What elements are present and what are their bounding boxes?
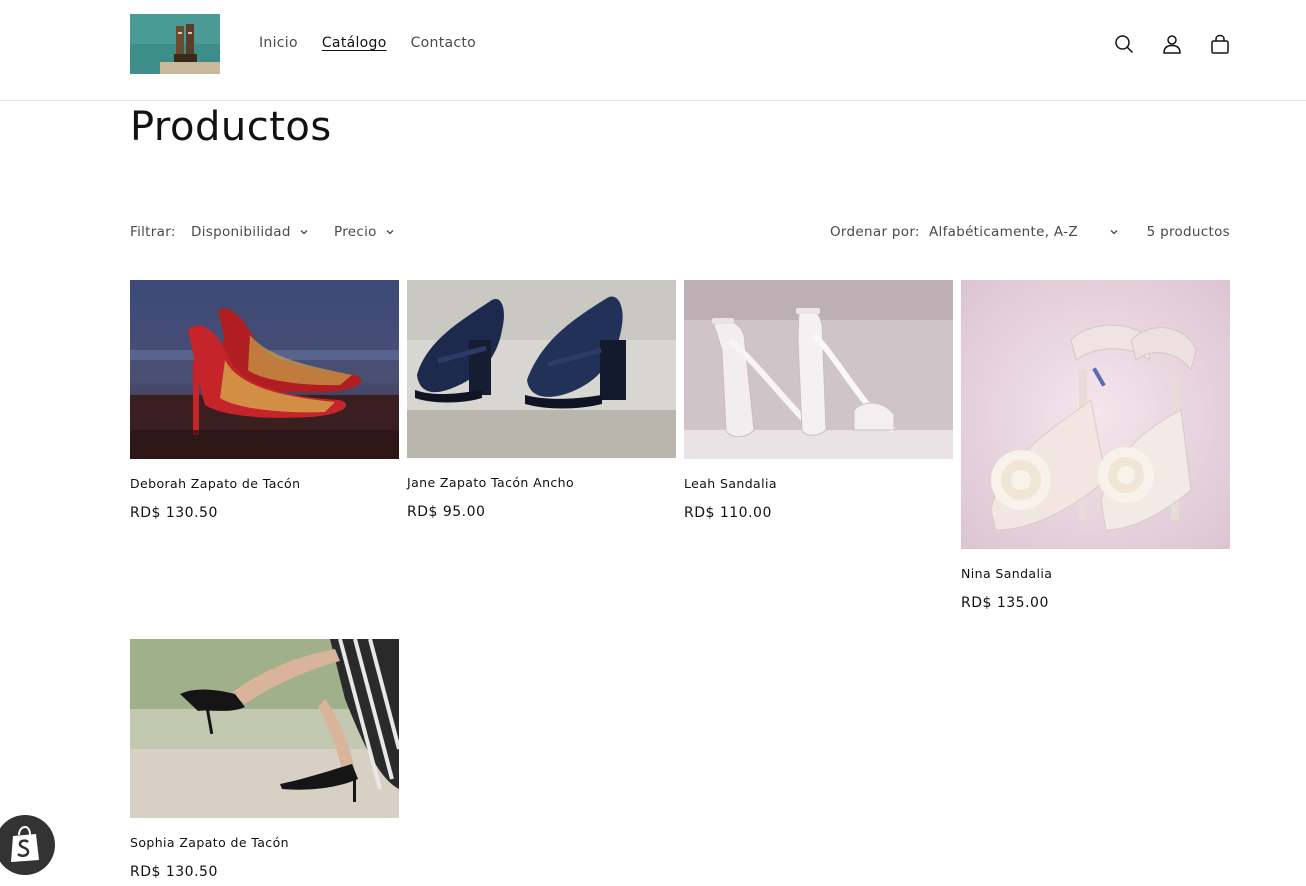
product-card[interactable]: Nina Sandalia RD$ 135.00 <box>961 280 1230 612</box>
nav-inicio[interactable]: Inicio <box>259 34 298 52</box>
price-filter[interactable]: Precio <box>334 224 395 240</box>
sort-value: Alfabéticamente, A-Z <box>929 224 1078 240</box>
product-count: 5 productos <box>1146 224 1230 240</box>
product-card[interactable]: Sophia Zapato de Tacón RD$ 130.50 <box>130 639 399 881</box>
filter-bar: Filtrar: Disponibilidad Precio Ordenar p… <box>130 224 1230 244</box>
filter-label: Filtrar: <box>130 224 176 240</box>
chevron-down-icon <box>300 230 308 235</box>
product-name[interactable]: Nina Sandalia <box>961 566 1230 582</box>
product-price: RD$ 135.00 <box>961 595 1049 611</box>
product-price: RD$ 110.00 <box>684 505 772 521</box>
product-image[interactable] <box>961 280 1230 549</box>
shopify-bag-icon <box>11 826 39 862</box>
site-header: Inicio Catálogo Contacto <box>0 0 1306 101</box>
product-price: RD$ 130.50 <box>130 864 218 880</box>
header-icons <box>1110 30 1234 58</box>
search-icon[interactable] <box>1110 30 1138 58</box>
product-name[interactable]: Leah Sandalia <box>684 476 953 492</box>
store-logo[interactable] <box>130 14 220 74</box>
availability-filter[interactable]: Disponibilidad <box>191 224 309 240</box>
product-name[interactable]: Jane Zapato Tacón Ancho <box>407 475 676 491</box>
main-nav: Inicio Catálogo Contacto <box>259 34 500 52</box>
availability-filter-label: Disponibilidad <box>191 224 291 240</box>
chevron-down-icon <box>386 230 394 235</box>
product-name[interactable]: Sophia Zapato de Tacón <box>130 835 399 851</box>
sort-select[interactable]: Alfabéticamente, A-Z <box>929 224 1119 240</box>
nav-catalogo[interactable]: Catálogo <box>322 34 387 52</box>
product-image[interactable] <box>130 639 399 818</box>
product-image[interactable] <box>407 280 676 458</box>
chevron-down-icon <box>1110 230 1118 235</box>
sort-label: Ordenar por: <box>830 224 920 240</box>
product-image[interactable] <box>130 280 399 459</box>
account-icon[interactable] <box>1158 30 1186 58</box>
product-price: RD$ 130.50 <box>130 505 218 521</box>
page-title: Productos <box>130 104 332 150</box>
product-card[interactable]: Deborah Zapato de Tacón RD$ 130.50 <box>130 280 399 522</box>
nav-contacto[interactable]: Contacto <box>411 34 476 52</box>
product-name[interactable]: Deborah Zapato de Tacón <box>130 476 399 492</box>
product-card[interactable]: Leah Sandalia RD$ 110.00 <box>684 280 953 522</box>
cart-icon[interactable] <box>1206 30 1234 58</box>
shopify-badge[interactable] <box>0 815 55 875</box>
product-price: RD$ 95.00 <box>407 504 486 520</box>
product-image[interactable] <box>684 280 953 459</box>
price-filter-label: Precio <box>334 224 377 240</box>
product-card[interactable]: Jane Zapato Tacón Ancho RD$ 95.00 <box>407 280 676 521</box>
